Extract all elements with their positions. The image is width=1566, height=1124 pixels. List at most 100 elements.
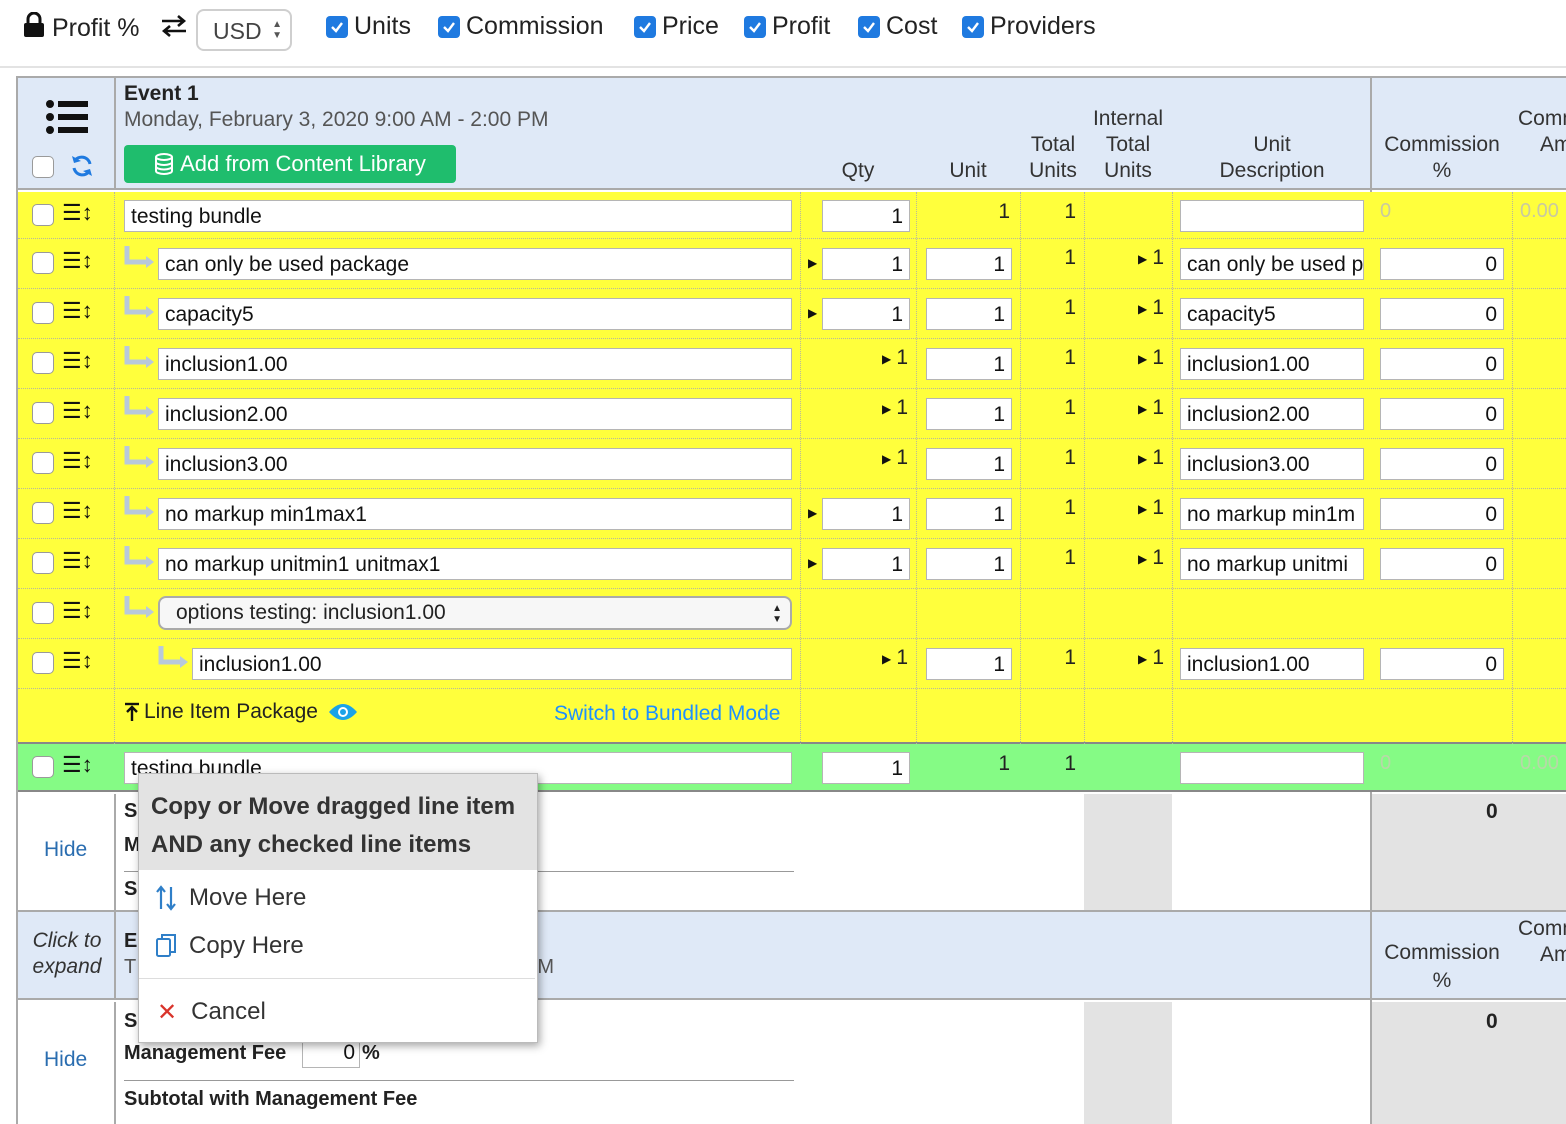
profit-toggle[interactable]: Profit % bbox=[22, 11, 140, 45]
line-item-name-input[interactable]: capacity5 bbox=[158, 298, 792, 330]
currency-select[interactable]: USD ▲ ▼ bbox=[196, 9, 292, 51]
qty-input[interactable]: 1 bbox=[822, 298, 910, 330]
checkbox-checked-icon[interactable] bbox=[962, 15, 984, 38]
unit-description-input[interactable] bbox=[1180, 752, 1364, 784]
comm-amt-value: 0.00 bbox=[1520, 200, 1559, 222]
qty-input[interactable]: 1 bbox=[822, 752, 910, 784]
line-item-name-input[interactable]: inclusion2.00 bbox=[158, 398, 792, 430]
drag-handle-icon[interactable]: ☰↕ bbox=[62, 200, 93, 226]
drag-handle-icon[interactable]: ☰↕ bbox=[62, 248, 93, 274]
eye-icon[interactable] bbox=[328, 702, 358, 722]
col-qty: Qty bbox=[841, 159, 875, 182]
expand-arrow-icon[interactable]: ▶ bbox=[808, 556, 817, 570]
list-menu-icon[interactable] bbox=[46, 100, 88, 139]
lock-icon bbox=[22, 11, 46, 45]
commission-input[interactable]: 0 bbox=[1380, 498, 1504, 530]
unit-input[interactable]: 1 bbox=[926, 548, 1012, 580]
checkbox-checked-icon[interactable] bbox=[326, 15, 348, 38]
drag-handle-icon[interactable]: ☰↕ bbox=[62, 298, 93, 324]
unit-description-input[interactable]: inclusion3.00 bbox=[1180, 448, 1364, 480]
toggle-providers[interactable]: Providers bbox=[962, 12, 1096, 41]
click-to-expand[interactable]: Click to expand bbox=[28, 928, 106, 980]
row-checkbox[interactable] bbox=[32, 552, 54, 574]
row-checkbox[interactable] bbox=[32, 252, 54, 274]
line-item-name-input[interactable]: inclusion1.00 bbox=[158, 348, 792, 380]
row-checkbox[interactable] bbox=[32, 204, 54, 226]
commission-input[interactable]: 0 bbox=[1380, 448, 1504, 480]
checkbox-checked-icon[interactable] bbox=[858, 15, 880, 38]
swap-icon[interactable] bbox=[160, 14, 188, 38]
hide-link[interactable]: Hide bbox=[44, 838, 87, 862]
toggle-price[interactable]: Price bbox=[634, 12, 719, 41]
row-checkbox[interactable] bbox=[32, 352, 54, 374]
row-checkbox[interactable] bbox=[32, 602, 54, 624]
drag-handle-icon[interactable]: ☰↕ bbox=[62, 448, 93, 474]
unit-description-input[interactable] bbox=[1180, 200, 1364, 232]
drag-handle-icon[interactable]: ☰↕ bbox=[62, 348, 93, 374]
unit-description-input[interactable]: no markup unitmi bbox=[1180, 548, 1364, 580]
qty-input[interactable]: 1 bbox=[822, 498, 910, 530]
hide-link[interactable]: Hide bbox=[44, 1048, 87, 1072]
expand-arrow-icon[interactable]: ▶ bbox=[808, 256, 817, 270]
add-from-content-library-button[interactable]: Add from Content Library bbox=[124, 145, 456, 183]
move-here-menu-item[interactable]: Move Here bbox=[139, 876, 535, 920]
drag-handle-icon[interactable]: ☰↕ bbox=[62, 548, 93, 574]
unit-description-input[interactable]: no markup min1m bbox=[1180, 498, 1364, 530]
line-item-name-input[interactable]: can only be used package bbox=[158, 248, 792, 280]
commission-input[interactable]: 0 bbox=[1380, 548, 1504, 580]
commission-input[interactable]: 0 bbox=[1380, 248, 1504, 280]
options-select[interactable]: options testing: inclusion1.00 ▲ ▼ bbox=[158, 596, 792, 630]
unit-description-input[interactable]: capacity5 bbox=[1180, 298, 1364, 330]
row-checkbox[interactable] bbox=[32, 756, 54, 778]
line-item-name-input[interactable]: no markup unitmin1 unitmax1 bbox=[158, 548, 792, 580]
expand-arrow-icon[interactable]: ▶ bbox=[808, 306, 817, 320]
row-checkbox[interactable] bbox=[32, 452, 54, 474]
unit-description-input[interactable]: inclusion1.00 bbox=[1180, 348, 1364, 380]
unit-input[interactable]: 1 bbox=[926, 298, 1012, 330]
drag-handle-icon[interactable]: ☰↕ bbox=[62, 648, 93, 674]
unit-input[interactable]: 1 bbox=[926, 448, 1012, 480]
child-arrow-icon bbox=[122, 444, 156, 477]
qty-input[interactable]: 1 bbox=[822, 248, 910, 280]
select-all-checkbox[interactable] bbox=[32, 156, 54, 178]
cancel-menu-item[interactable]: ✕ Cancel bbox=[139, 990, 535, 1034]
checkbox-checked-icon[interactable] bbox=[744, 15, 766, 38]
toggle-cost[interactable]: Cost bbox=[858, 12, 937, 41]
refresh-icon[interactable] bbox=[70, 154, 94, 183]
line-item-name-input[interactable]: testing bundle bbox=[124, 200, 792, 232]
toggle-units[interactable]: Units bbox=[326, 12, 411, 41]
row-checkbox[interactable] bbox=[32, 502, 54, 524]
checkbox-checked-icon[interactable] bbox=[438, 15, 460, 38]
row-checkbox[interactable] bbox=[32, 652, 54, 674]
row-checkbox[interactable] bbox=[32, 302, 54, 324]
drag-handle-icon[interactable]: ☰↕ bbox=[62, 498, 93, 524]
toggle-profit[interactable]: Profit bbox=[744, 12, 830, 41]
line-item-name-input[interactable]: inclusion3.00 bbox=[158, 448, 792, 480]
drag-handle-icon[interactable]: ☰↕ bbox=[62, 752, 93, 778]
internal-units-value: 1 bbox=[1152, 396, 1164, 419]
drag-handle-icon[interactable]: ☰↕ bbox=[62, 398, 93, 424]
row-checkbox[interactable] bbox=[32, 402, 54, 424]
commission-input[interactable]: 0 bbox=[1380, 298, 1504, 330]
unit-input[interactable]: 1 bbox=[926, 248, 1012, 280]
expand-arrow-icon[interactable]: ▶ bbox=[808, 506, 817, 520]
unit-description-input[interactable]: can only be used p bbox=[1180, 248, 1364, 280]
toggle-commission[interactable]: Commission bbox=[438, 12, 604, 41]
commission-input[interactable]: 0 bbox=[1380, 648, 1504, 680]
commission-input[interactable]: 0 bbox=[1380, 348, 1504, 380]
unit-input[interactable]: 1 bbox=[926, 648, 1012, 680]
checkbox-checked-icon[interactable] bbox=[634, 15, 656, 38]
qty-input[interactable]: 1 bbox=[822, 548, 910, 580]
switch-to-bundled-mode-link[interactable]: Switch to Bundled Mode bbox=[554, 702, 780, 726]
qty-input[interactable]: 1 bbox=[822, 200, 910, 232]
commission-input[interactable]: 0 bbox=[1380, 398, 1504, 430]
unit-input[interactable]: 1 bbox=[926, 398, 1012, 430]
line-item-name-input[interactable]: inclusion1.00 bbox=[192, 648, 792, 680]
unit-input[interactable]: 1 bbox=[926, 498, 1012, 530]
unit-input[interactable]: 1 bbox=[926, 348, 1012, 380]
copy-here-menu-item[interactable]: Copy Here bbox=[139, 924, 535, 968]
line-item-name-input[interactable]: no markup min1max1 bbox=[158, 498, 792, 530]
unit-description-input[interactable]: inclusion1.00 bbox=[1180, 648, 1364, 680]
drag-handle-icon[interactable]: ☰↕ bbox=[62, 598, 93, 624]
unit-description-input[interactable]: inclusion2.00 bbox=[1180, 398, 1364, 430]
